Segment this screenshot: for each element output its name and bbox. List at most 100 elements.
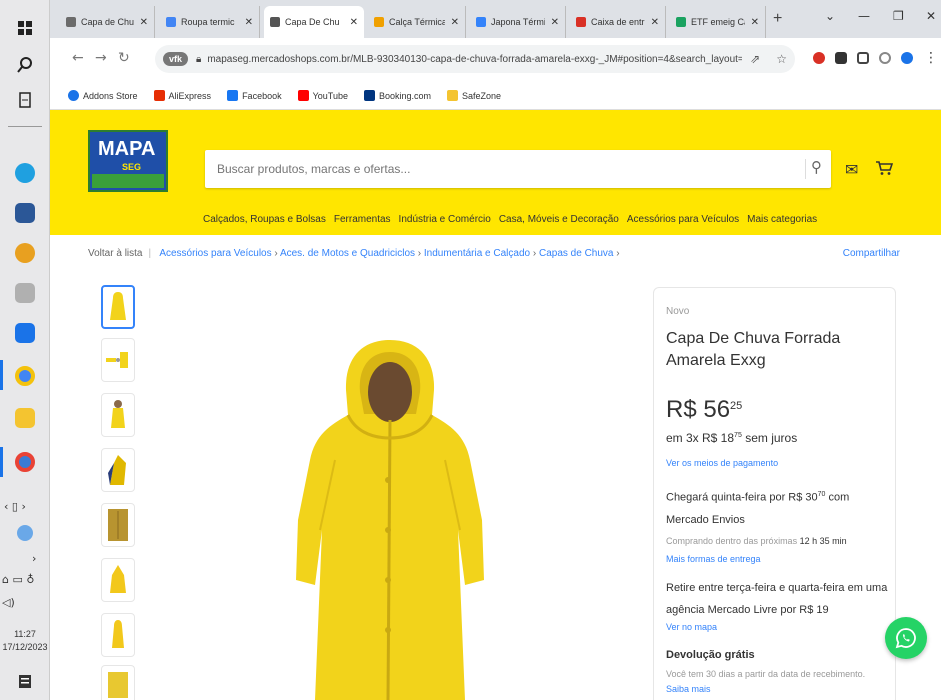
lock-icon[interactable]: 🔒︎ bbox=[196, 54, 201, 65]
notifications-icon[interactable] bbox=[0, 662, 50, 700]
returns-learn-more-link[interactable]: Saiba mais bbox=[666, 684, 711, 694]
chrome-icon[interactable] bbox=[15, 366, 35, 386]
whatsapp-icon bbox=[895, 628, 916, 649]
tab-7[interactable]: ETF emeig Ca ✕ bbox=[670, 6, 766, 38]
bookmark-youtube[interactable]: YouTube bbox=[297, 90, 348, 101]
chrome-profile-icon[interactable] bbox=[15, 452, 35, 472]
thumbnail-2[interactable] bbox=[101, 338, 135, 382]
reload-icon[interactable]: ↻ bbox=[118, 50, 130, 66]
profile-icon[interactable] bbox=[879, 52, 891, 64]
tab-6[interactable]: Caixa de entr ✕ bbox=[570, 6, 666, 38]
back-to-list-link[interactable]: Voltar à lista bbox=[88, 248, 142, 259]
bookmarks-bar: Addons Store AliExpress Facebook YouTube… bbox=[50, 82, 941, 110]
category-link[interactable]: Indústria e Comércio bbox=[399, 214, 491, 225]
bookmark-booking[interactable]: Booking.com bbox=[363, 90, 431, 101]
user-icon[interactable] bbox=[17, 525, 33, 541]
close-tab-icon[interactable]: ✕ bbox=[350, 17, 358, 28]
side-panel-icon[interactable] bbox=[857, 52, 869, 64]
tab-2[interactable]: Roupa termic ✕ bbox=[160, 6, 260, 38]
bookmark-safezone[interactable]: SafeZone bbox=[447, 90, 501, 101]
back-icon[interactable]: ← bbox=[72, 50, 84, 66]
site-badge[interactable]: vfk bbox=[163, 52, 189, 66]
store-icon[interactable] bbox=[15, 203, 35, 223]
cart-icon[interactable] bbox=[875, 160, 894, 180]
address-bar: ← → ↻ vfk 🔒︎ mapaseg.mercadoshops.com.br… bbox=[50, 38, 941, 82]
category-link[interactable]: Mais categorias bbox=[747, 214, 817, 225]
start-menu-icon[interactable] bbox=[0, 8, 50, 48]
mail-icon[interactable]: ✉ bbox=[845, 160, 858, 179]
price: R$ 5625 bbox=[666, 396, 742, 424]
breadcrumb-item[interactable]: Aces. de Motos e Quadriciclos bbox=[280, 248, 415, 259]
clock[interactable]: 11:27 17/12/2023 bbox=[0, 628, 50, 654]
thumbnail-4[interactable] bbox=[101, 448, 135, 492]
breadcrumb-item[interactable]: Capas de Chuva bbox=[539, 248, 614, 259]
search-icon[interactable]: ⚲ bbox=[811, 158, 822, 176]
thumbnail-1[interactable] bbox=[101, 285, 135, 329]
vpn-icon[interactable] bbox=[901, 52, 913, 64]
tab-strip: Capa de Chuv ✕ Roupa termic ✕ Capa De Ch… bbox=[50, 0, 941, 38]
close-tab-icon[interactable]: ✕ bbox=[245, 17, 253, 28]
mail-icon[interactable] bbox=[15, 323, 35, 343]
extension-shield-icon[interactable] bbox=[813, 52, 825, 64]
task-view-icon[interactable] bbox=[0, 80, 50, 120]
bookmark-aliexpress[interactable]: AliExpress bbox=[153, 90, 211, 101]
notes-icon[interactable] bbox=[15, 283, 35, 303]
category-link[interactable]: Ferramentas bbox=[334, 214, 391, 225]
map-link[interactable]: Ver no mapa bbox=[666, 622, 717, 632]
shipping-line-1b: com bbox=[828, 491, 850, 504]
thumbnail-3[interactable] bbox=[101, 393, 135, 437]
bookmark-star-icon[interactable]: ☆ bbox=[776, 52, 787, 66]
close-tab-icon[interactable]: ✕ bbox=[140, 17, 148, 28]
drive-icon bbox=[676, 17, 686, 27]
thumbnail-6[interactable] bbox=[101, 558, 135, 602]
shop-logo[interactable]: MAPA SEG bbox=[88, 130, 168, 192]
thumbnail-8[interactable] bbox=[101, 665, 135, 700]
tab-3-active[interactable]: Capa De Chu ✕ bbox=[264, 6, 364, 38]
shipping-time: 12 h 35 min bbox=[799, 536, 847, 546]
whatsapp-button[interactable] bbox=[885, 617, 927, 659]
share-icon[interactable]: ⇗ bbox=[750, 52, 760, 66]
scroll-left-icon[interactable]: ‹ ▯ › bbox=[4, 500, 26, 513]
tray-icons[interactable]: ⌂ ▭ ♁ bbox=[2, 573, 34, 586]
close-tab-icon[interactable]: ✕ bbox=[551, 17, 559, 28]
volume-icon[interactable]: ◁) bbox=[2, 596, 15, 609]
share-link[interactable]: Compartilhar bbox=[843, 248, 900, 259]
close-window-icon[interactable]: ✕ bbox=[926, 9, 936, 23]
file-explorer-icon[interactable] bbox=[15, 408, 35, 428]
raincoat-thumb-image bbox=[111, 400, 125, 428]
minimize-icon[interactable]: — bbox=[858, 9, 870, 23]
category-link[interactable]: Casa, Móveis e Decoração bbox=[499, 214, 619, 225]
bookmark-facebook[interactable]: Facebook bbox=[227, 90, 282, 101]
bookmark-label: Facebook bbox=[242, 90, 282, 101]
category-link[interactable]: Acessórios para Veículos bbox=[627, 214, 739, 225]
payment-methods-link[interactable]: Ver os meios de pagamento bbox=[666, 458, 778, 468]
new-tab-icon[interactable]: + bbox=[773, 10, 782, 28]
tab-5[interactable]: Japona Térmi ✕ bbox=[470, 6, 566, 38]
breadcrumb-item[interactable]: Acessórios para Veículos bbox=[159, 248, 271, 259]
tab-search-icon[interactable]: ⌄ bbox=[825, 9, 835, 23]
tab-1[interactable]: Capa de Chuv ✕ bbox=[60, 6, 155, 38]
omnibox[interactable]: vfk 🔒︎ mapaseg.mercadoshops.com.br/MLB-9… bbox=[155, 45, 795, 73]
url-text[interactable]: mapaseg.mercadoshops.com.br/MLB-93034013… bbox=[207, 54, 742, 65]
category-link[interactable]: Calçados, Roupas e Bolsas bbox=[203, 214, 326, 225]
forward-icon[interactable]: → bbox=[95, 50, 107, 66]
main-product-image[interactable] bbox=[260, 330, 520, 700]
menu-icon[interactable]: ⋮ bbox=[924, 50, 938, 66]
tray-expand-icon[interactable]: › bbox=[32, 552, 36, 565]
app-icon[interactable] bbox=[15, 243, 35, 263]
close-tab-icon[interactable]: ✕ bbox=[651, 17, 659, 28]
thumbnail-5[interactable] bbox=[101, 503, 135, 547]
tab-title: Caixa de entr bbox=[591, 17, 645, 27]
search-icon[interactable] bbox=[0, 45, 50, 85]
bookmark-addons-store[interactable]: Addons Store bbox=[68, 90, 138, 101]
thumbnail-7[interactable] bbox=[101, 613, 135, 657]
close-tab-icon[interactable]: ✕ bbox=[751, 17, 759, 28]
edge-icon[interactable] bbox=[15, 163, 35, 183]
close-tab-icon[interactable]: ✕ bbox=[451, 17, 459, 28]
search-input[interactable] bbox=[205, 150, 790, 188]
breadcrumb-item[interactable]: Indumentária e Calçado bbox=[424, 248, 530, 259]
restore-icon[interactable]: ❐ bbox=[893, 9, 904, 23]
extensions-puzzle-icon[interactable] bbox=[835, 52, 847, 64]
more-delivery-link[interactable]: Mais formas de entrega bbox=[666, 554, 761, 564]
tab-4[interactable]: Calça Térmica ✕ bbox=[368, 6, 466, 38]
